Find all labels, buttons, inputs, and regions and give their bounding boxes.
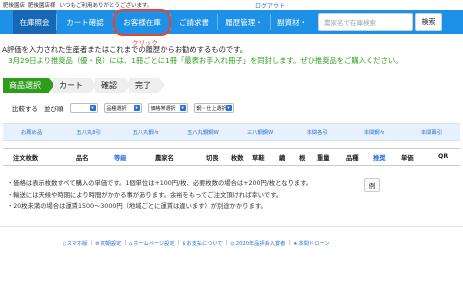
footer-link-mobile[interactable]: ▯ スマホ版 — [63, 240, 87, 248]
info-line: ・価格は表示枚数すべて購入の単価です。1個単位は+100円/枚、必要枚数の場合は… — [7, 180, 313, 187]
search-input[interactable]: 農家名で在庫検索 — [318, 13, 413, 31]
nav-materials[interactable]: 副資材・ — [271, 10, 313, 34]
col-unit-price: 単価 — [401, 155, 414, 162]
col-recommended[interactable]: 推奨 — [373, 153, 386, 162]
step-cart: カート — [53, 78, 97, 93]
nav-customer-stock[interactable]: お客様在庫 — [114, 10, 170, 34]
tab-category-2[interactable]: 五八丸8引 — [60, 128, 117, 136]
col-qr: QR — [438, 153, 449, 160]
finish-select[interactable]: 鋼・仕上選択 ▾ — [193, 103, 234, 113]
col-farmer: 農家名 — [155, 155, 174, 162]
info-line: ・20枚未満の場合は運賃1500〜3000円（地域ごとに運賃は違います）が別途か… — [7, 203, 267, 210]
tab-category-8[interactable]: 本間幕引 — [403, 128, 460, 136]
nav-invoice[interactable]: ご請求書 — [171, 10, 217, 34]
footer-link-settings[interactable]: ⚙ 初期設定 — [95, 240, 121, 248]
top-greeting-bar: 肥後園店 肥後園店 様 いつもご利用ありがとうございます。 ログアウト — [0, 0, 463, 10]
nav-history[interactable]: 履歴管理・ — [218, 10, 270, 34]
shop-name: 肥後園店 — [3, 3, 26, 9]
honorific: 様 — [50, 3, 56, 9]
money-icon: $ — [182, 240, 186, 247]
col-cut: 切畏 — [206, 155, 219, 162]
logout-link[interactable]: ログアウト — [255, 1, 285, 10]
price-select[interactable]: 価格帯選択 ▾ — [147, 103, 188, 113]
col-weight: 重量 — [317, 155, 330, 162]
checkout-steps: 商品選択 カート 確認 完了 — [3, 78, 165, 93]
col-weave: 織 — [279, 155, 286, 162]
notice-booklet: 3月29日より推奨品（優・良）には、1冊ごとに1冊「最表お手入れ冊子」を同封しま… — [8, 56, 403, 65]
compare-label[interactable]: 比較する — [12, 103, 38, 113]
step-confirm: 確認 — [95, 78, 131, 93]
tab-category-5[interactable]: 三八鋼鋼W — [232, 128, 289, 136]
footer-link-drone[interactable]: ★ 本間ドローン — [293, 240, 329, 248]
info-line: ・輸送には天候や時期により時間がかかる事があります。余裕をもってご注文頂ければ幸… — [7, 191, 283, 199]
main-nav: 在庫照会 カート確認 お客様在庫 ご請求書 履歴管理・ 副資材・ 農家名で在庫検… — [0, 10, 463, 34]
col-product-name: 品名 — [76, 155, 89, 162]
tab-category-7[interactable]: 本間鋼々 — [346, 128, 403, 136]
footer-divider — [0, 226, 463, 227]
greeting-text: いつもご利用ありがとうございます。 — [59, 3, 153, 9]
footer-links: ▯ スマホ版 | ⚙ 初期設定 | ⌂ ホームページ設定 | $ お支払について | ◎… — [63, 240, 330, 248]
chevron-down-icon: ▾ — [225, 105, 232, 111]
category-tabs: お薦め品 五八丸8引 五八丸鋼々 五八丸鋼鋼W 三八鋼鋼W 本間各引 本間鋼々 … — [3, 123, 460, 141]
col-grade[interactable]: 等級 — [114, 153, 127, 162]
tab-recommended[interactable]: お薦め品 — [3, 128, 60, 136]
variety-select[interactable]: 品種選択 ▾ — [103, 103, 142, 113]
star-icon: ★ — [293, 240, 298, 247]
footer-link-awards[interactable]: ◎ 2020年品評会入賞者 — [230, 240, 285, 248]
col-variety: 品種 — [346, 155, 359, 162]
col-sandal: 草鞋 — [252, 155, 265, 162]
notice-recommend: A評価を入力された生産者またはこれまでの履歴からお勧めするものです。 — [2, 45, 248, 54]
nav-stock-inquiry[interactable]: 在庫照会 — [13, 10, 56, 34]
tab-category-4[interactable]: 五八丸鋼鋼W — [174, 128, 231, 136]
sort-label: 並び順 — [44, 105, 64, 113]
home-icon: ⌂ — [129, 240, 133, 247]
chevron-down-icon: ▾ — [179, 105, 186, 111]
table-header: 注文枚数 品名 等級 農家名 切畏 枚数 草鞋 織 根 重量 品種 推奨 単価 … — [3, 148, 460, 166]
search-button[interactable]: 検索 — [415, 13, 442, 31]
footer-link-payment[interactable]: $ お支払について — [182, 240, 222, 248]
col-root: 根 — [299, 155, 306, 162]
award-icon: ◎ — [230, 240, 235, 247]
tab-category-3[interactable]: 五八丸鋼々 — [117, 128, 174, 136]
shop-name-2: 肥後園店 — [28, 3, 51, 9]
nav-cart-check[interactable]: カート確認 — [57, 10, 113, 34]
footer-link-homepage[interactable]: ⌂ ホームページ設定 — [129, 240, 174, 248]
chevron-down-icon: ▾ — [133, 105, 140, 111]
tab-category-6[interactable]: 本間各引 — [289, 128, 346, 136]
phone-icon: ▯ — [63, 240, 66, 247]
example-button[interactable]: 例 — [364, 178, 380, 192]
chevron-down-icon: ▾ — [89, 105, 96, 111]
sort-select[interactable]: ▾ — [69, 103, 98, 113]
step-product-select: 商品選択 — [3, 78, 55, 93]
info-notes: ・価格は表示枚数すべて購入の単価です。1個単位は+100円/枚、必要枚数の場合は… — [7, 178, 312, 213]
settings-icon: ⚙ — [95, 240, 100, 247]
filter-bar: 比較する 並び順 ▾ 品種選択 ▾ 価格帯選択 ▾ 鋼・仕上選択 ▾ — [12, 103, 240, 113]
col-count: 枚数 — [231, 155, 244, 162]
col-order-qty: 注文枚数 — [13, 155, 39, 162]
step-complete: 完了 — [129, 78, 165, 93]
